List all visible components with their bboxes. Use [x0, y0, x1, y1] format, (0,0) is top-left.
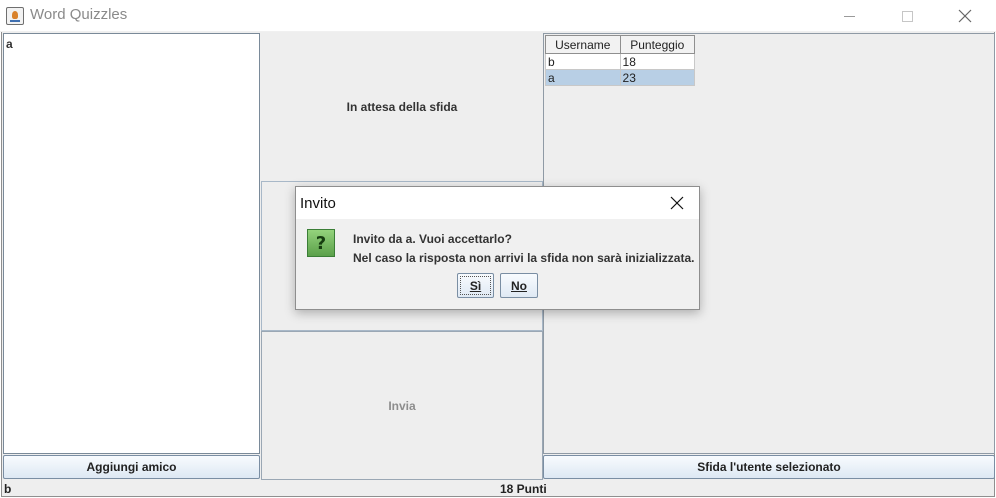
ranking-username: b: [545, 53, 621, 70]
challenge-status-text: In attesa della sfida: [346, 100, 458, 114]
ranking-score: 23: [619, 69, 696, 86]
decline-button[interactable]: No: [500, 273, 538, 298]
send-label: Invia: [388, 398, 416, 413]
dialog-titlebar: Invito: [296, 187, 699, 219]
dialog-title: Invito: [300, 195, 336, 212]
close-icon: [670, 196, 683, 209]
close-icon: [958, 9, 972, 23]
ranking-table[interactable]: Username Punteggio b 18 a 23: [545, 35, 696, 86]
window-title: Word Quizzles: [30, 6, 128, 23]
ranking-row[interactable]: b 18: [545, 53, 696, 70]
challenge-status-panel: In attesa della sfida: [261, 33, 543, 181]
send-panel: Invia: [261, 331, 543, 480]
invite-dialog: Invito ? Invito da a. Vuoi accettarlo? N…: [295, 186, 700, 310]
maximize-button[interactable]: [878, 0, 936, 32]
dialog-message-line: Nel caso la risposta non arrivi la sfida…: [353, 251, 695, 265]
friends-list[interactable]: a: [3, 33, 260, 454]
close-window-button[interactable]: [936, 0, 994, 32]
java-app-icon: [6, 7, 24, 25]
ranking-username: a: [545, 69, 621, 86]
ranking-row-selected[interactable]: a 23: [545, 69, 696, 86]
add-friend-button[interactable]: Aggiungi amico: [3, 455, 260, 479]
accept-label: Sì: [469, 278, 482, 293]
question-icon: ?: [307, 229, 335, 257]
accept-button[interactable]: Sì: [457, 273, 494, 298]
username-column-header[interactable]: Username: [545, 35, 621, 54]
minimize-icon: [843, 15, 855, 17]
status-bar: b 18 Punti: [2, 481, 994, 497]
friend-item[interactable]: a: [4, 34, 259, 54]
dialog-message-line: Invito da a. Vuoi accettarlo?: [353, 232, 512, 246]
challenge-selected-user-button[interactable]: Sfida l'utente selezionato: [543, 455, 995, 479]
user-points: 18 Punti: [500, 482, 547, 496]
decline-label: No: [511, 278, 527, 293]
ranking-score: 18: [619, 53, 696, 70]
maximize-icon: [901, 10, 913, 22]
score-column-header[interactable]: Punteggio: [619, 35, 696, 54]
dialog-close-button[interactable]: [654, 187, 699, 218]
dialog-message: Invito da a. Vuoi accettarlo? Nel caso l…: [353, 230, 694, 268]
window-titlebar: Word Quizzles: [0, 0, 996, 32]
minimize-button[interactable]: [820, 0, 878, 32]
current-user: b: [4, 482, 12, 496]
